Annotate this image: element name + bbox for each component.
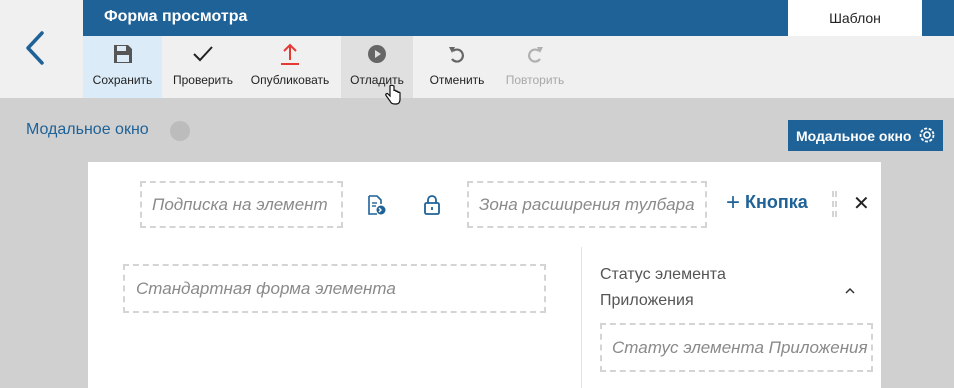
undo-button[interactable]: Отменить <box>421 36 493 98</box>
cursor-hand-icon <box>385 84 401 105</box>
drag-handle[interactable] <box>832 191 837 217</box>
publish-label: Опубликовать <box>250 73 330 87</box>
redo-button[interactable]: Повторить <box>499 36 571 98</box>
export-button[interactable] <box>366 195 386 220</box>
debug-play-icon <box>368 45 386 63</box>
standard-form-placeholder[interactable]: Стандартная форма элемента <box>123 264 546 313</box>
toolbar-zone-placeholder[interactable]: Зона расширения тулбара <box>467 181 707 228</box>
undo-label: Отменить <box>429 73 485 87</box>
status-placeholder[interactable]: Статус элемента Приложения <box>600 323 873 372</box>
page-title: Форма просмотра <box>104 8 248 25</box>
lock-button[interactable] <box>423 194 441 221</box>
column-divider <box>581 247 582 388</box>
add-button-label: Кнопка <box>745 192 808 212</box>
publish-icon <box>281 43 299 65</box>
plus-icon: + <box>726 188 741 216</box>
debug-button[interactable]: Отладить <box>341 36 413 105</box>
add-button[interactable]: + Кнопка <box>726 188 808 216</box>
chevron-up-icon <box>845 287 855 294</box>
help-icon[interactable] <box>170 121 190 141</box>
save-label: Сохранить <box>92 73 153 87</box>
modal-window-label: Модальное окно <box>26 121 149 138</box>
redo-label: Повторить <box>505 73 565 87</box>
modal-window-button[interactable]: Модальное окно <box>788 120 943 151</box>
chevron-left-icon <box>26 31 44 65</box>
close-icon[interactable]: ✕ <box>853 191 870 216</box>
gear-icon <box>919 127 935 143</box>
lock-icon <box>424 195 440 215</box>
redo-icon <box>528 47 543 63</box>
side-panel-title: Статус элемента Приложения <box>600 266 726 309</box>
subscription-placeholder[interactable]: Подписка на элемент <box>140 181 343 228</box>
left-panel <box>0 0 83 98</box>
modal-window-button-label: Модальное окно <box>796 127 912 144</box>
check-button[interactable]: Проверить <box>167 36 239 98</box>
form-canvas: Подписка на элемент Зона расширения тулб… <box>88 162 881 388</box>
header-bar: Форма просмотра Шаблон <box>83 0 954 36</box>
toolbar: Сохранить Проверить Опубликовать Отладит… <box>83 36 954 105</box>
publish-button[interactable]: Опубликовать <box>247 36 333 98</box>
back-button[interactable] <box>20 30 50 66</box>
tab-template[interactable]: Шаблон <box>788 0 922 36</box>
save-icon <box>113 45 132 63</box>
undo-icon <box>449 47 464 63</box>
check-icon <box>193 46 213 62</box>
export-document-icon <box>368 195 386 215</box>
collapse-button[interactable] <box>844 282 856 300</box>
check-label: Проверить <box>172 73 233 87</box>
save-button[interactable]: Сохранить <box>83 36 162 98</box>
